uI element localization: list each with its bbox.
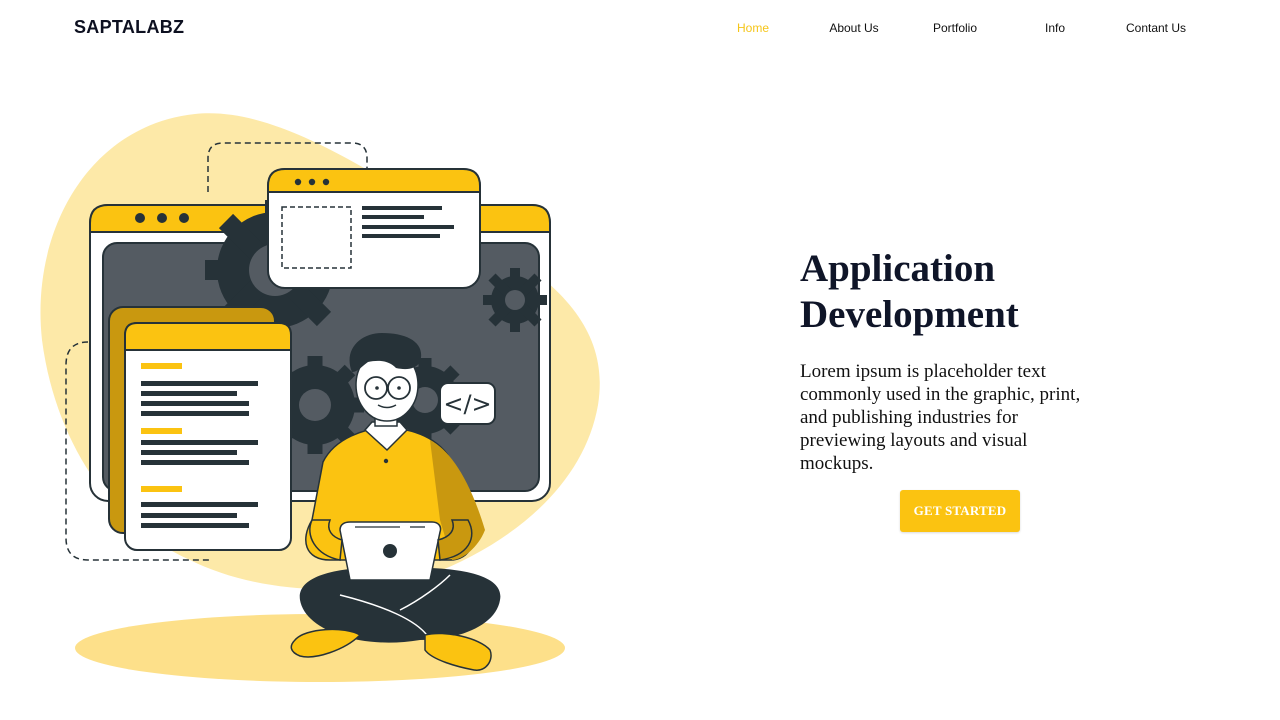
nav-portfolio[interactable]: Portfolio <box>933 21 977 35</box>
nav-about-us[interactable]: About Us <box>829 21 878 35</box>
hero-text: Application Development Lorem ipsum is p… <box>800 246 1120 532</box>
nav-contact-us[interactable]: Contant Us <box>1126 21 1186 35</box>
get-started-button[interactable]: GET STARTED <box>900 490 1020 532</box>
main-nav: Home About Us Portfolio Info Contant Us <box>0 21 1280 37</box>
gear-icon <box>483 268 547 332</box>
hero-title-line-1: Application <box>800 247 996 290</box>
code-icon: </> <box>439 382 496 425</box>
hero-title-line-2: Development <box>800 293 1019 336</box>
nav-home[interactable]: Home <box>737 21 769 35</box>
developer-illustration: </> <box>40 113 600 682</box>
hero-description: Lorem ipsum is placeholder text commonly… <box>800 361 1081 474</box>
nav-info[interactable]: Info <box>1045 21 1065 35</box>
laptop-icon <box>339 521 442 581</box>
svg-text:</>: </> <box>443 390 491 418</box>
hero-title: Application Development <box>800 246 1120 338</box>
